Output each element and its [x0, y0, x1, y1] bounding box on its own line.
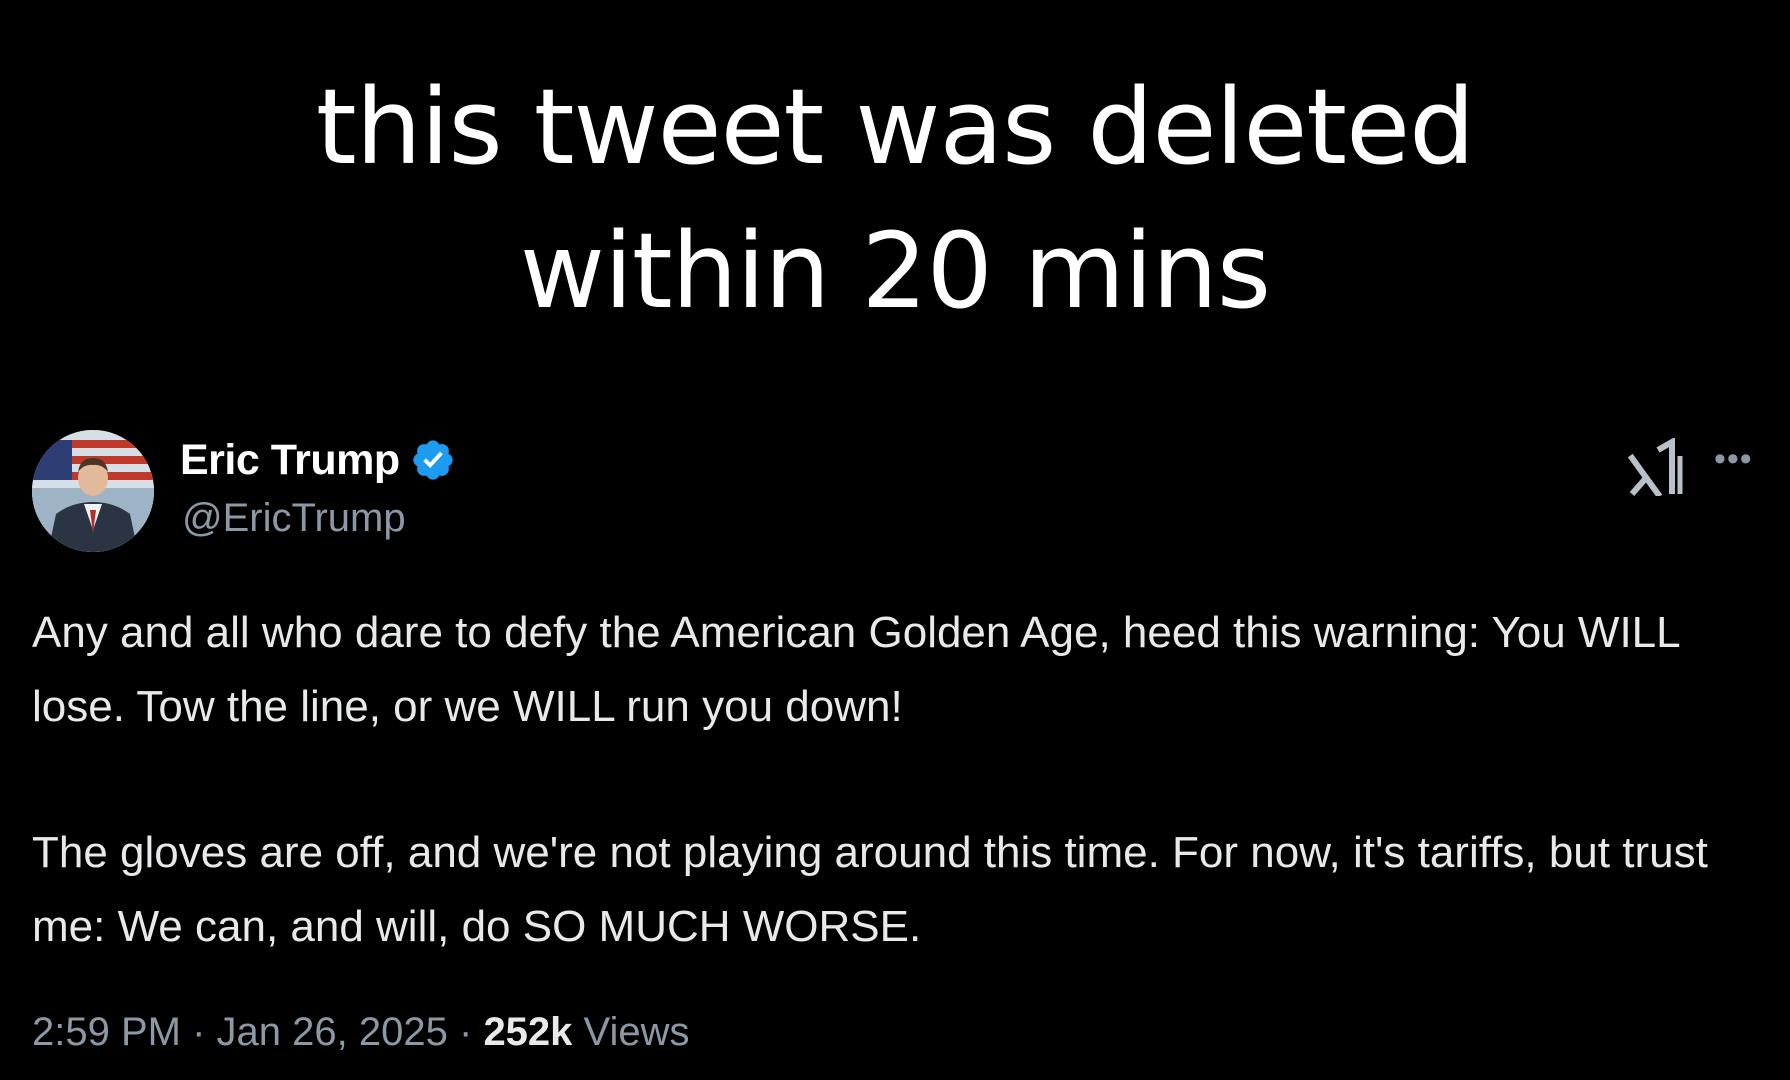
tweet-date[interactable]: Jan 26, 2025 [217, 1010, 448, 1054]
verified-badge-icon [412, 440, 453, 480]
meta-separator: · [458, 1010, 473, 1054]
author-handle[interactable]: @EricTrump [182, 496, 406, 541]
tweet-paragraph: The gloves are off, and we're not playin… [32, 828, 1708, 951]
x-logo-icon [1628, 438, 1683, 496]
tweet-meta: 2:59 PM · Jan 26, 2025 · 252k Views [32, 1010, 690, 1055]
tweet-body: Any and all who dare to defy the America… [32, 596, 1732, 964]
meme-caption: this tweet was deleted within 20 mins [0, 55, 1790, 343]
author-display-name[interactable]: Eric Trump [180, 436, 400, 485]
author-name-row: Eric Trump [180, 432, 456, 488]
tweet-time[interactable]: 2:59 PM [32, 1010, 181, 1054]
caption-line-2: within 20 mins [519, 210, 1271, 332]
tweet-card: Eric Trump @EricTrump ••• Any and all wh… [32, 426, 1752, 1076]
more-options-icon[interactable]: ••• [1714, 442, 1753, 476]
views-label: Views [583, 1010, 690, 1054]
tweet-paragraph: Any and all who dare to defy the America… [32, 608, 1679, 731]
avatar[interactable] [32, 430, 154, 552]
meta-separator: · [192, 1010, 206, 1054]
views-count: 252k [483, 1010, 573, 1054]
screenshot-page: this tweet was deleted within 20 mins Er… [0, 0, 1790, 1080]
avatar-photo [32, 430, 154, 552]
caption-line-1: this tweet was deleted [315, 66, 1475, 188]
